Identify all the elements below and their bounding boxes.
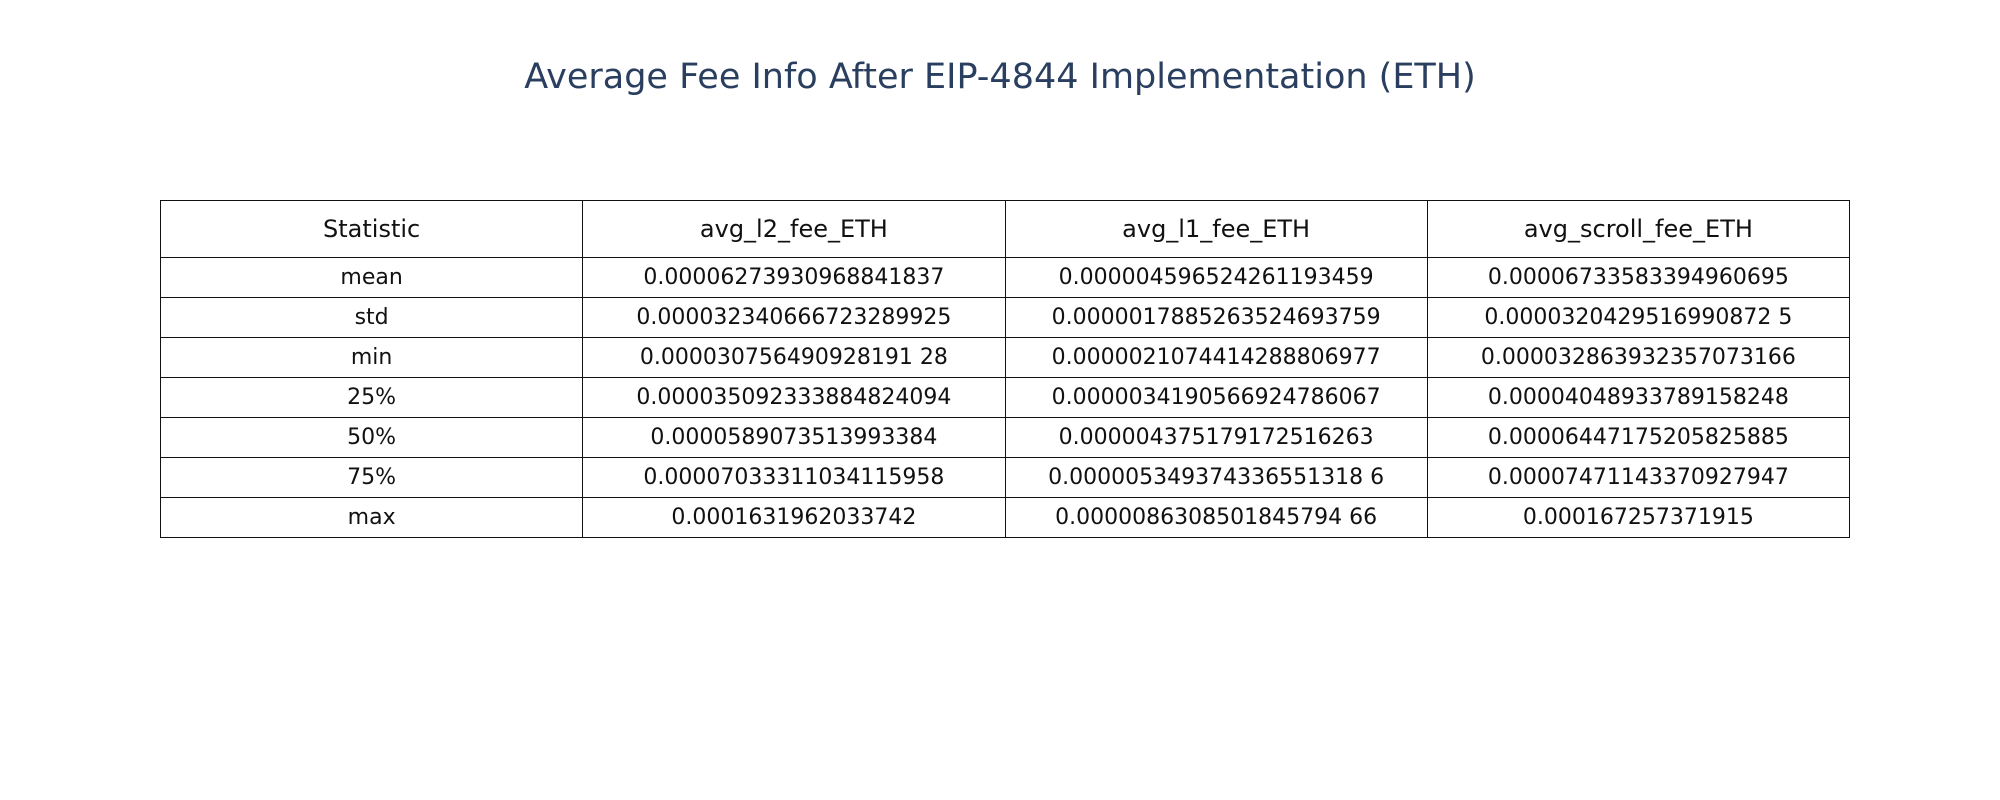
table-cell: 0.00004048933789158248 (1426, 377, 1851, 418)
table-header-row: Statistic avg_l2_fee_ETH avg_l1_fee_ETH … (159, 200, 1851, 258)
table-cell: 0.000030756490928191 28 (582, 337, 1006, 378)
row-label: 75% (159, 457, 584, 498)
table-cell: 0.00006273930968841837 (582, 257, 1006, 298)
table-cell: 0.0000320429516990872 5 (1426, 297, 1851, 338)
table-cell: 0.0000021074414288806977 (1004, 337, 1428, 378)
table-row: 25% 0.000035092333884824094 0.0000034190… (159, 377, 1851, 418)
table-cell: 0.0000017885263524693759 (1004, 297, 1428, 338)
table-cell: 0.000004596524261193459 (1004, 257, 1428, 298)
table-cell: 0.000032340666723289925 (582, 297, 1006, 338)
table-cell: 0.000035092333884824094 (582, 377, 1006, 418)
table-cell: 0.00007033311034115958 (582, 457, 1006, 498)
table-row: 50% 0.0000589073513993384 0.000004375179… (159, 417, 1851, 458)
table-cell: 0.000032863932357073166 (1426, 337, 1851, 378)
row-label: 25% (159, 377, 584, 418)
table-cell: 0.0001631962033742 (582, 497, 1006, 538)
table-row: max 0.0001631962033742 0.000008630850184… (159, 497, 1851, 538)
table-cell: 0.00007471143370927947 (1426, 457, 1851, 498)
table-cell: 0.0000589073513993384 (582, 417, 1006, 458)
table-cell: 0.00006733583394960695 (1426, 257, 1851, 298)
row-label: min (159, 337, 584, 378)
table-cell: 0.000005349374336551318 6 (1004, 457, 1428, 498)
table-cell: 0.000167257371915 (1426, 497, 1851, 538)
row-label: std (159, 297, 584, 338)
row-label: 50% (159, 417, 584, 458)
table-cell: 0.00006447175205825885 (1426, 417, 1851, 458)
table-cell: 0.0000034190566924786067 (1004, 377, 1428, 418)
chart-title: Average Fee Info After EIP-4844 Implemen… (524, 57, 1476, 97)
table-cell: 0.000004375179172516263 (1004, 417, 1428, 458)
row-label: mean (159, 257, 584, 298)
table-row: 75% 0.00007033311034115958 0.00000534937… (159, 457, 1851, 498)
table-row: mean 0.00006273930968841837 0.0000045965… (159, 257, 1851, 298)
header-avg-scroll-fee: avg_scroll_fee_ETH (1426, 200, 1851, 258)
table-row: min 0.000030756490928191 28 0.0000021074… (159, 337, 1851, 378)
statistics-table: Statistic avg_l2_fee_ETH avg_l1_fee_ETH … (159, 200, 1851, 538)
row-label: max (159, 497, 584, 538)
header-avg-l2-fee: avg_l2_fee_ETH (582, 200, 1006, 258)
table-cell: 0.0000086308501845794 66 (1004, 497, 1428, 538)
table-row: std 0.000032340666723289925 0.0000017885… (159, 297, 1851, 338)
header-statistic: Statistic (159, 200, 584, 258)
header-avg-l1-fee: avg_l1_fee_ETH (1004, 200, 1428, 258)
